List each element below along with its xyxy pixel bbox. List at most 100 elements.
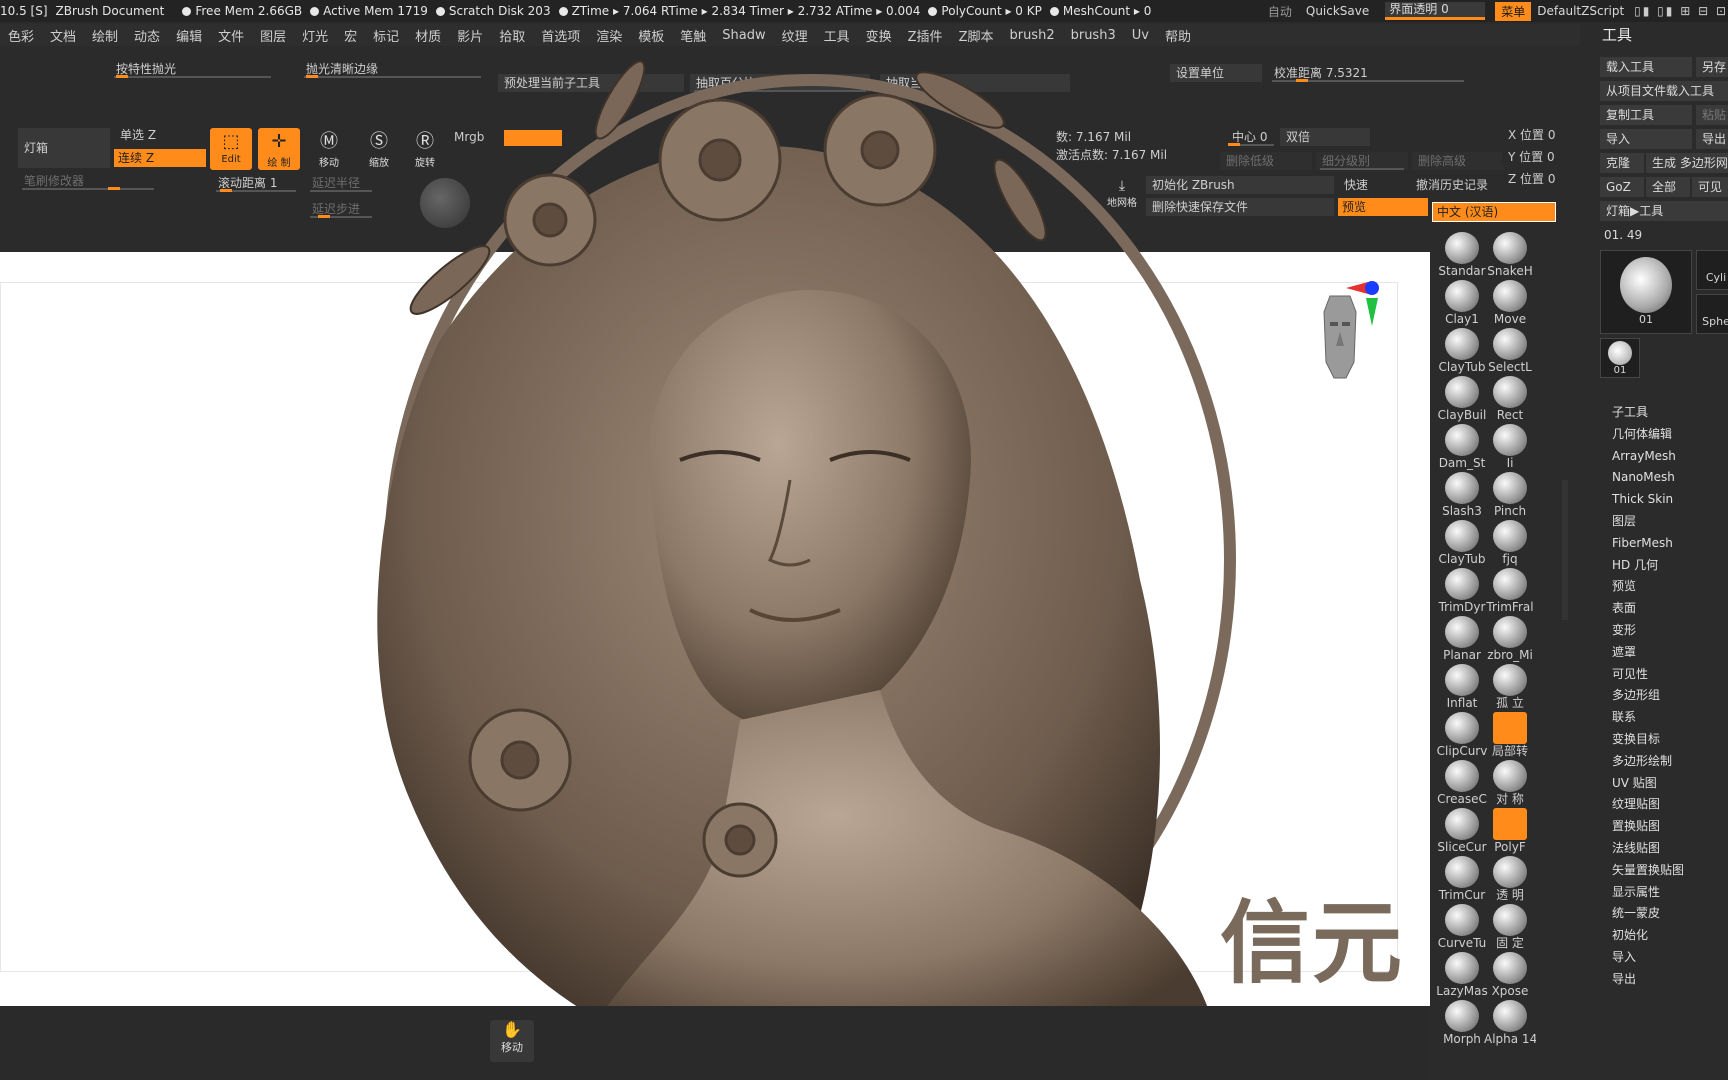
move-canvas-button[interactable]: ✋ 移动: [490, 1020, 534, 1062]
tool-subpalette-item[interactable]: FiberMesh: [1612, 533, 1684, 555]
brush-item[interactable]: PolyF: [1484, 808, 1536, 854]
tool-subpalette-item[interactable]: 统一蒙皮: [1612, 903, 1684, 925]
menu-item[interactable]: 绘制: [84, 26, 126, 45]
menu-item[interactable]: 色彩: [0, 26, 42, 45]
brush-item[interactable]: Clay1: [1436, 280, 1488, 326]
z-position-slider[interactable]: Z 位置 0: [1502, 170, 1564, 188]
tool-subpalette-item[interactable]: 初始化: [1612, 925, 1684, 947]
tool-subpalette-item[interactable]: 几何体编辑: [1612, 424, 1684, 446]
tool-subpalette-item[interactable]: 图层: [1612, 511, 1684, 533]
menu-item[interactable]: 文档: [42, 26, 84, 45]
tool-subpalette-item[interactable]: 矢量置换贴图: [1612, 860, 1684, 882]
menu-item[interactable]: 文件: [210, 26, 252, 45]
draw-mode-button[interactable]: ✛ 绘 制: [258, 128, 300, 170]
subdivision-level-slider[interactable]: 细分级别: [1316, 152, 1408, 170]
load-from-project-button[interactable]: 从项目文件载入工具: [1600, 81, 1728, 101]
cylinder-tool-thumbnail[interactable]: Cyli: [1696, 250, 1728, 290]
tool-subpalette-item[interactable]: 导出: [1612, 969, 1684, 991]
quicksave-button[interactable]: QuickSave: [1306, 4, 1369, 18]
brush-item[interactable]: 透 明: [1484, 856, 1536, 902]
polish-by-feature-slider[interactable]: 按特性抛光: [110, 60, 275, 78]
brush-item[interactable]: zbro_Mi: [1484, 616, 1536, 662]
panel-divider[interactable]: [1562, 480, 1568, 620]
small-tool-thumbnail[interactable]: 01: [1600, 338, 1640, 378]
default-zscript-button[interactable]: DefaultZScript: [1537, 4, 1624, 18]
menu-item[interactable]: 编辑: [168, 26, 210, 45]
tool-subpalette-item[interactable]: 多边形绘制: [1612, 751, 1684, 773]
tool-subpalette-item[interactable]: Thick Skin: [1612, 489, 1684, 511]
brush-item[interactable]: CurveTu: [1436, 904, 1488, 950]
tool-subpalette-item[interactable]: 多边形组: [1612, 685, 1684, 707]
brush-item[interactable]: LazyMas: [1436, 952, 1488, 998]
paste-tool-button[interactable]: 粘贴: [1696, 105, 1728, 125]
tool-subpalette-item[interactable]: UV 贴图: [1612, 773, 1684, 795]
brush-item[interactable]: ClayBuil: [1436, 376, 1488, 422]
current-tool-thumbnail[interactable]: 01: [1600, 250, 1692, 334]
lightbox-tools-button[interactable]: 灯箱▶工具: [1600, 201, 1728, 221]
tool-subpalette-item[interactable]: 子工具: [1612, 402, 1684, 424]
sphere-tool-thumbnail[interactable]: Sphe: [1696, 294, 1728, 334]
brush-item[interactable]: ClayTub: [1436, 520, 1488, 566]
calibration-distance-slider[interactable]: 校准距离 7.5321: [1268, 64, 1468, 82]
copy-tool-button[interactable]: 复制工具: [1600, 105, 1692, 125]
sculpt-model-image[interactable]: [320, 40, 1260, 1080]
brush-item[interactable]: TrimFral: [1484, 568, 1536, 614]
tool-subpalette-item[interactable]: 变形: [1612, 620, 1684, 642]
brush-item[interactable]: 孤 立: [1484, 664, 1536, 710]
import-tool-button[interactable]: 导入: [1600, 129, 1692, 149]
brush-item[interactable]: ClipCurv: [1436, 712, 1488, 758]
brush-item[interactable]: Morph: [1436, 1000, 1488, 1046]
brush-item[interactable]: fjq: [1484, 520, 1536, 566]
double-button[interactable]: 双倍: [1280, 128, 1370, 146]
tool-subpalette-item[interactable]: ArrayMesh: [1612, 446, 1684, 468]
menu-button[interactable]: 菜单: [1495, 1, 1532, 21]
brush-item[interactable]: CreaseC: [1436, 760, 1488, 806]
brush-item[interactable]: Planar: [1436, 616, 1488, 662]
tool-subpalette-item[interactable]: 可见性: [1612, 664, 1684, 686]
brush-item[interactable]: Pinch: [1484, 472, 1536, 518]
brush-item[interactable]: Rect: [1484, 376, 1536, 422]
brush-item[interactable]: Inflat: [1436, 664, 1488, 710]
brush-item[interactable]: 对 称: [1484, 760, 1536, 806]
lightbox-button[interactable]: 灯箱: [18, 128, 110, 168]
brush-item[interactable]: ClayTub: [1436, 328, 1488, 374]
brush-item[interactable]: Dam_St: [1436, 424, 1488, 470]
tool-subpalette-item[interactable]: 显示属性: [1612, 882, 1684, 904]
layout-icons[interactable]: ▯▮ ▯▮ ⊞ ⊟ ⊡: [1634, 4, 1728, 18]
brush-item[interactable]: SnakeH: [1484, 232, 1536, 278]
brush-item[interactable]: Ii: [1484, 424, 1536, 470]
brush-item[interactable]: Standar: [1436, 232, 1488, 278]
navigation-gizmo[interactable]: [1300, 281, 1380, 402]
all-button[interactable]: 全部: [1646, 177, 1690, 197]
tool-subpalette-item[interactable]: NanoMesh: [1612, 467, 1684, 489]
menu-item[interactable]: 图层: [252, 26, 294, 45]
tool-subpalette-item[interactable]: 纹理贴图: [1612, 794, 1684, 816]
clone-button[interactable]: 克隆: [1600, 153, 1644, 173]
language-select[interactable]: 中文 (汉语): [1432, 202, 1556, 222]
load-tool-button[interactable]: 载入工具: [1600, 57, 1692, 77]
brush-item[interactable]: SliceCur: [1436, 808, 1488, 854]
brush-item[interactable]: 固 定: [1484, 904, 1536, 950]
visible-button[interactable]: 可见: [1692, 177, 1728, 197]
goz-button[interactable]: GoZ: [1600, 177, 1644, 197]
tool-subpalette-item[interactable]: 联系: [1612, 707, 1684, 729]
delete-higher-button[interactable]: 删除高级: [1412, 152, 1504, 170]
brush-item[interactable]: Move: [1484, 280, 1536, 326]
make-polymesh-button[interactable]: 生成 多边形网: [1646, 153, 1728, 173]
brush-item[interactable]: Alpha 14: [1484, 1000, 1536, 1046]
interface-transparency-slider[interactable]: 界面透明 0: [1385, 2, 1486, 20]
x-position-slider[interactable]: X 位置 0: [1502, 126, 1564, 144]
quick-button[interactable]: 快速: [1338, 176, 1408, 194]
save-as-button[interactable]: 另存: [1696, 57, 1728, 77]
brush-item[interactable]: TrimCur: [1436, 856, 1488, 902]
export-tool-button[interactable]: 导出: [1696, 129, 1728, 149]
tool-subpalette-item[interactable]: 表面: [1612, 598, 1684, 620]
continuous-z-button[interactable]: 连续 Z: [114, 149, 206, 167]
brush-item[interactable]: Xpose: [1484, 952, 1536, 998]
tool-subpalette-item[interactable]: 遮罩: [1612, 642, 1684, 664]
brush-item[interactable]: 局部转: [1484, 712, 1536, 758]
tool-subpalette-item[interactable]: 置换贴图: [1612, 816, 1684, 838]
tool-subpalette-item[interactable]: 变换目标: [1612, 729, 1684, 751]
undo-history-button[interactable]: 撤消历史记录: [1410, 176, 1510, 194]
tool-subpalette-item[interactable]: 预览: [1612, 576, 1684, 598]
